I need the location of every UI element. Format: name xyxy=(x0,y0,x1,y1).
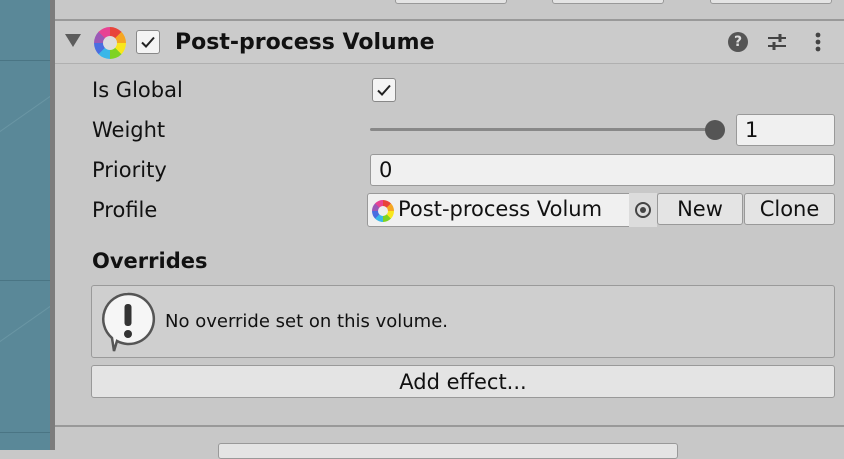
help-icon[interactable]: ? xyxy=(727,31,749,53)
foldout-arrow-icon[interactable] xyxy=(65,34,81,47)
previous-component-button[interactable] xyxy=(395,0,507,4)
weight-slider-handle[interactable] xyxy=(705,120,725,140)
previous-component-button[interactable] xyxy=(552,0,664,4)
weight-label: Weight xyxy=(92,118,166,142)
weight-slider-track[interactable] xyxy=(370,128,715,131)
scene-grid-line xyxy=(0,280,50,281)
profile-value: Post-process Volum xyxy=(398,197,603,221)
priority-input[interactable]: 0 xyxy=(370,154,835,186)
checkmark-icon xyxy=(377,84,391,96)
component-enabled-checkbox[interactable] xyxy=(136,30,160,54)
help-box: No override set on this volume. xyxy=(91,285,835,358)
inspector-panel: Post-process Volume ? Is Global Weight 1… xyxy=(55,0,844,459)
is-global-checkbox[interactable] xyxy=(372,78,396,102)
profile-label: Profile xyxy=(92,198,158,222)
overrides-heading: Overrides xyxy=(92,249,208,273)
scene-view[interactable] xyxy=(0,0,50,450)
priority-label: Priority xyxy=(92,158,167,182)
object-picker-icon[interactable] xyxy=(629,193,657,227)
scene-grid-line xyxy=(0,87,50,134)
post-process-profile-icon xyxy=(372,200,394,222)
presets-icon[interactable] xyxy=(766,31,788,53)
component-title: Post-process Volume xyxy=(175,30,435,55)
more-options-icon[interactable] xyxy=(807,31,829,53)
scene-grid-line xyxy=(0,297,50,344)
post-process-volume-icon xyxy=(94,27,126,59)
scene-grid-line xyxy=(0,60,50,61)
add-component-button[interactable] xyxy=(218,443,678,459)
add-effect-button[interactable]: Add effect... xyxy=(91,365,835,398)
profile-object-field[interactable]: Post-process Volum xyxy=(367,193,657,227)
help-box-message: No override set on this volume. xyxy=(165,311,448,332)
component-header[interactable]: Post-process Volume ? xyxy=(55,21,844,64)
previous-component-button[interactable] xyxy=(710,0,832,4)
warning-icon xyxy=(102,292,156,352)
weight-input[interactable]: 1 xyxy=(736,114,835,146)
scene-grid-line xyxy=(0,432,50,433)
new-profile-button[interactable]: New xyxy=(657,193,743,225)
is-global-label: Is Global xyxy=(92,78,183,102)
checkmark-icon xyxy=(141,36,155,48)
component-separator xyxy=(55,425,844,427)
clone-profile-button[interactable]: Clone xyxy=(744,193,835,225)
